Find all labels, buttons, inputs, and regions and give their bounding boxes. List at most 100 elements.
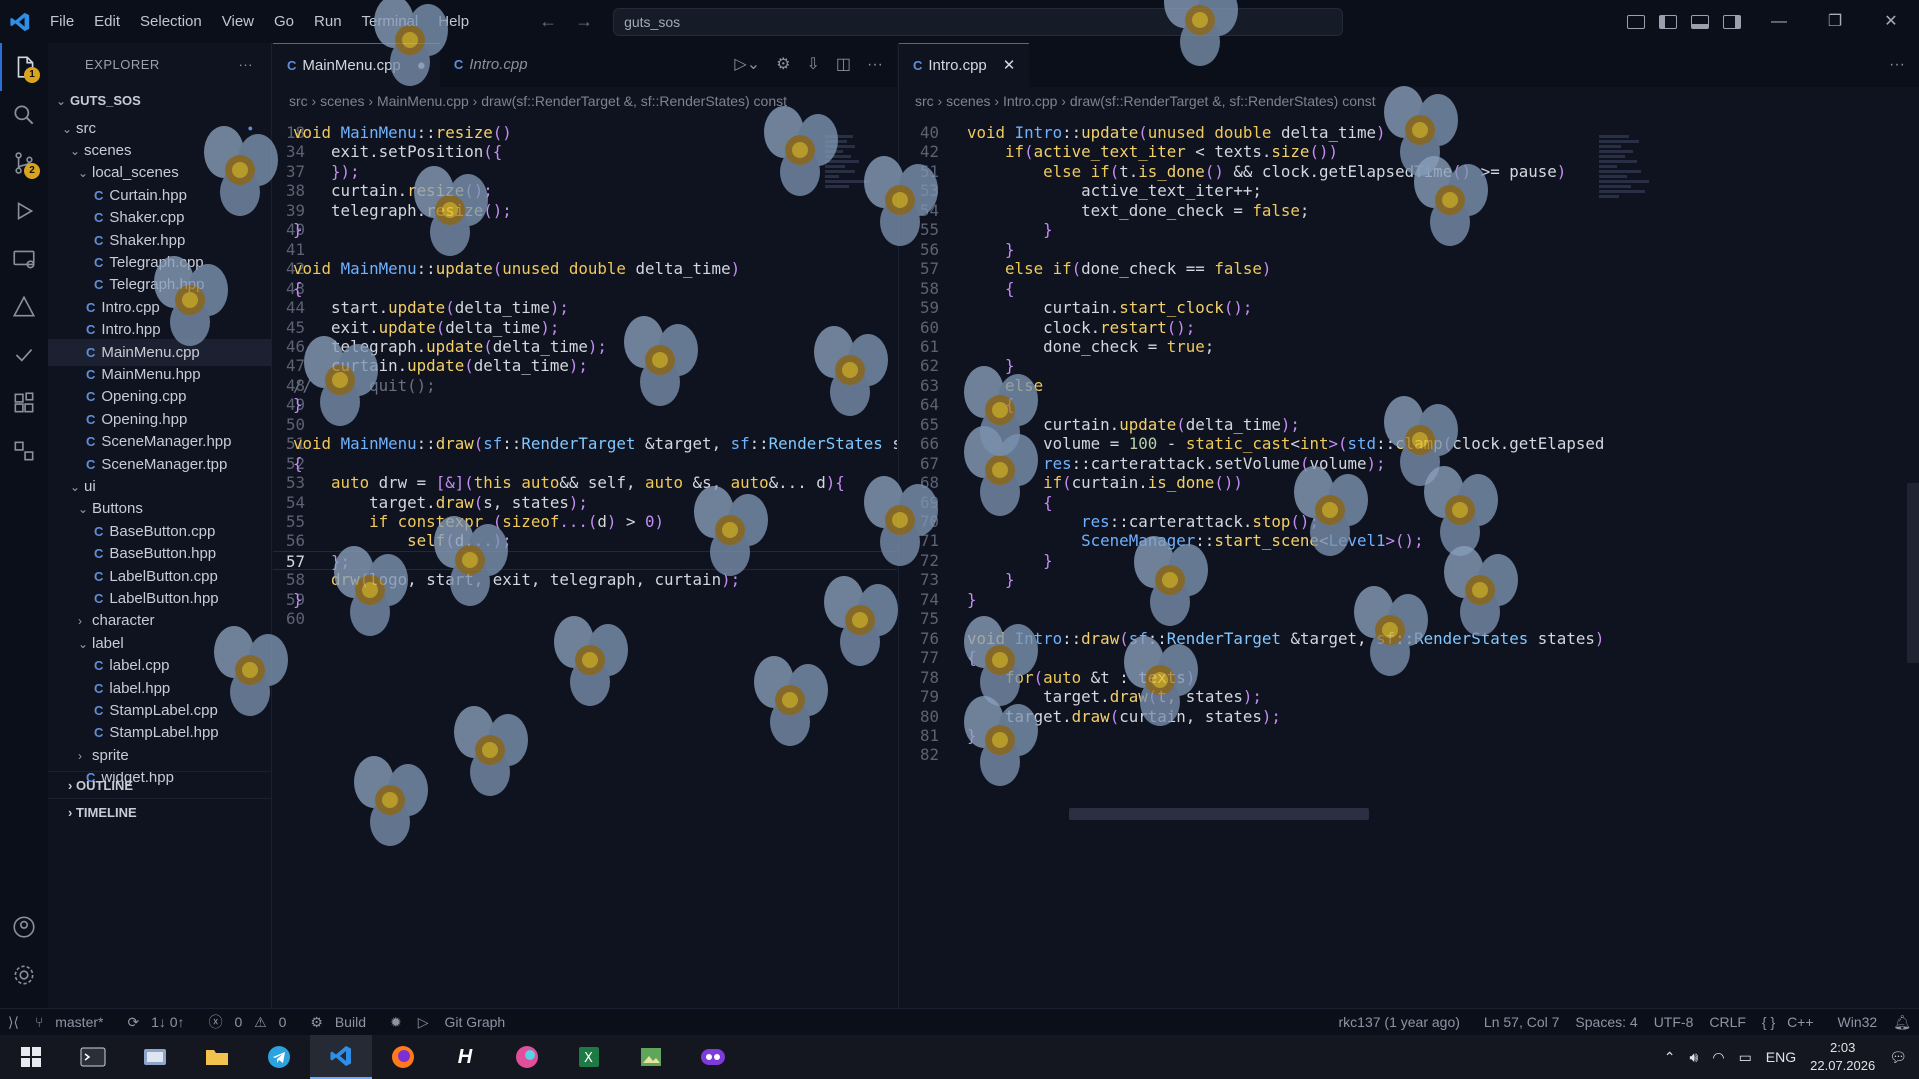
code-line[interactable]: 18void MainMenu::resize()void MainMenu::… xyxy=(273,123,897,143)
code-line[interactable]: 40}} xyxy=(273,220,897,240)
minimap[interactable] xyxy=(825,135,885,275)
breadcrumb-item[interactable]: MainMenu.cpp xyxy=(377,93,469,109)
git-graph-button[interactable]: Git Graph xyxy=(437,1014,514,1030)
settings-gear-icon[interactable]: ⚙ xyxy=(776,43,790,87)
code-line[interactable]: 51 void MainMenu::draw(sf::RenderTarget &… xyxy=(273,434,897,454)
project-root[interactable]: ⌄ GUTS_SOS xyxy=(48,87,271,115)
code-area[interactable]: 18void MainMenu::resize()void MainMenu::… xyxy=(273,115,897,1008)
language-indicator[interactable]: ENG xyxy=(1766,1049,1796,1065)
code-line[interactable]: 61 done_check = true; done_check = true; xyxy=(899,337,1919,357)
more-actions-icon[interactable]: ··· xyxy=(239,43,254,87)
code-line[interactable]: 54 text_done_check = false; text_done_ch… xyxy=(899,201,1919,221)
tab-intro-cpp[interactable]: C Intro.cpp ✕ xyxy=(899,43,1030,88)
debug-bug-icon[interactable]: ✹ xyxy=(382,1014,410,1031)
testing-icon[interactable] xyxy=(0,331,48,379)
code-line[interactable]: 59 curtain.start_clock(); curtain.start_… xyxy=(899,298,1919,318)
run-code-icon[interactable]: ▷⌄ xyxy=(734,43,760,87)
code-line[interactable]: 74}} xyxy=(899,590,1919,610)
remote-explorer-icon[interactable] xyxy=(0,235,48,283)
compare-icon[interactable]: ⇩ xyxy=(806,43,819,87)
run-play-icon[interactable]: ▷ xyxy=(410,1014,437,1031)
code-line[interactable]: 55 if constexpr (sizeof...(d) > 0) if co… xyxy=(273,512,897,532)
breadcrumb[interactable]: src › scenes › MainMenu.cpp › draw(sf::R… xyxy=(273,87,897,115)
back-arrow-icon[interactable]: ← xyxy=(539,11,557,32)
code-line[interactable]: 53 active_text_iter++; active_text_iter+… xyxy=(899,181,1919,201)
restore-icon[interactable]: ❐ xyxy=(1807,0,1863,43)
code-line[interactable]: 65 curtain.update(delta_time); curtain.u… xyxy=(899,415,1919,435)
code-line[interactable]: 79 target.draw(t, states); target.draw(t… xyxy=(899,687,1919,707)
code-line[interactable]: 82 xyxy=(899,745,1919,765)
code-line[interactable]: 34 exit.setPosition({ exit.setPosition({ xyxy=(273,142,897,162)
code-line[interactable]: 56 self(d...); self(d...); xyxy=(273,531,897,551)
outline-section[interactable]: › OUTLINE xyxy=(48,771,271,798)
tray-chevron-icon[interactable]: ⌃ xyxy=(1664,1049,1676,1066)
vscode-taskbar-icon[interactable] xyxy=(310,1035,372,1079)
menu-help[interactable]: Help xyxy=(428,13,479,30)
firefox-icon[interactable] xyxy=(372,1035,434,1079)
breadcrumb-item[interactable]: src xyxy=(289,93,308,109)
code-line[interactable]: 38 curtain.resize(); curtain.resize(); xyxy=(273,181,897,201)
menu-run[interactable]: Run xyxy=(304,13,352,30)
menu-go[interactable]: Go xyxy=(264,13,304,30)
timeline-section[interactable]: › TIMELINE xyxy=(48,798,271,825)
code-line[interactable]: 60 clock.restart(); clock.restart(); xyxy=(899,318,1919,338)
code-line[interactable]: 68 if(curtain.is_done()) if(curtain.is_d… xyxy=(899,473,1919,493)
menu-selection[interactable]: Selection xyxy=(130,13,212,30)
code-line[interactable]: 46 telegraph.update(delta_time); telegra… xyxy=(273,337,897,357)
hx-editor-icon[interactable]: H xyxy=(434,1035,496,1079)
volume-icon[interactable]: 🔊︎ xyxy=(1690,1049,1699,1066)
run-debug-icon[interactable] xyxy=(0,187,48,235)
code-line[interactable]: 58 { { xyxy=(899,279,1919,299)
code-line[interactable]: 58 drw(logo, start, exit, telegraph, cur… xyxy=(273,570,897,590)
close-tab-icon[interactable]: ✕ xyxy=(1003,44,1016,88)
code-line[interactable]: 80 target.draw(curtain, states); target.… xyxy=(899,707,1919,727)
branch-status[interactable]: ⑂ master* xyxy=(27,1014,120,1030)
start-windows-icon[interactable] xyxy=(0,1035,62,1079)
build-button[interactable]: ⚙ Build xyxy=(302,1014,382,1031)
code-area[interactable]: 40 void Intro::update(unused double delta… xyxy=(899,115,1919,1008)
code-line[interactable]: 39 telegraph.resize(); telegraph.resize(… xyxy=(273,201,897,221)
code-line[interactable]: 47 curtain.update(delta_time); curtain.u… xyxy=(273,356,897,376)
code-line[interactable]: 76 void Intro::draw(sf::RenderTarget &tar… xyxy=(899,629,1919,649)
search-icon[interactable] xyxy=(0,91,48,139)
menu-edit[interactable]: Edit xyxy=(84,13,130,30)
more-actions-icon[interactable]: ··· xyxy=(867,43,883,87)
code-line[interactable]: 44 start.update(delta_time); start.updat… xyxy=(273,298,897,318)
language-mode[interactable]: { } C++ xyxy=(1754,1014,1830,1030)
git-graph-icon[interactable] xyxy=(0,427,48,475)
indentation[interactable]: Spaces: 4 xyxy=(1567,1014,1645,1030)
breadcrumb-item[interactable]: src xyxy=(915,93,934,109)
breadcrumb-item[interactable]: draw(sf::RenderTarget &, sf::RenderState… xyxy=(1070,93,1376,109)
code-line[interactable]: 59}} xyxy=(273,590,897,610)
unsaved-dot-icon[interactable]: ● xyxy=(417,44,426,88)
terminal-icon[interactable] xyxy=(62,1035,124,1079)
customize-layout-icon[interactable] xyxy=(1627,14,1645,29)
breadcrumb-item[interactable]: Intro.cpp xyxy=(1003,93,1057,109)
toggle-secondary-sidebar-icon[interactable] xyxy=(1723,14,1741,29)
code-line[interactable]: 62 } } xyxy=(899,356,1919,376)
code-line[interactable]: 52{{ xyxy=(273,454,897,474)
file-manager-icon[interactable] xyxy=(124,1035,186,1079)
image-editor-icon[interactable] xyxy=(620,1035,682,1079)
code-line[interactable]: 49}} xyxy=(273,395,897,415)
code-line[interactable]: 48// quit();// quit(); xyxy=(273,376,897,396)
notifications-bell-icon[interactable]: 🔔︎ xyxy=(1885,1014,1919,1031)
encoding[interactable]: UTF-8 xyxy=(1646,1014,1702,1030)
menu-file[interactable]: File xyxy=(40,13,84,30)
more-actions-icon[interactable]: ··· xyxy=(1889,43,1905,87)
code-line[interactable]: 63 else else xyxy=(899,376,1919,396)
split-editor-icon[interactable]: ◫ xyxy=(836,43,851,87)
code-line[interactable]: 57 else if(done_check == false) else if(… xyxy=(899,259,1919,279)
breadcrumb-item[interactable]: draw(sf::RenderTarget &, sf::RenderState… xyxy=(481,93,787,109)
code-line[interactable]: 40 void Intro::update(unused double delta… xyxy=(899,123,1919,143)
telegram-icon[interactable] xyxy=(248,1035,310,1079)
toggle-sidebar-icon[interactable] xyxy=(1659,14,1677,29)
code-line[interactable]: 54 target.draw(s, states); target.draw(s… xyxy=(273,493,897,513)
platform[interactable]: Win32 xyxy=(1830,1014,1886,1030)
horizontal-scrollbar[interactable] xyxy=(1069,808,1369,820)
code-line[interactable]: 64 { { xyxy=(899,395,1919,415)
code-line[interactable]: 41 xyxy=(273,240,897,260)
tab-mainmenu-cpp[interactable]: C MainMenu.cpp ● xyxy=(273,43,440,87)
tab-intro-cpp[interactable]: C Intro.cpp xyxy=(440,43,542,87)
explorer-icon[interactable]: 1 xyxy=(0,43,48,91)
